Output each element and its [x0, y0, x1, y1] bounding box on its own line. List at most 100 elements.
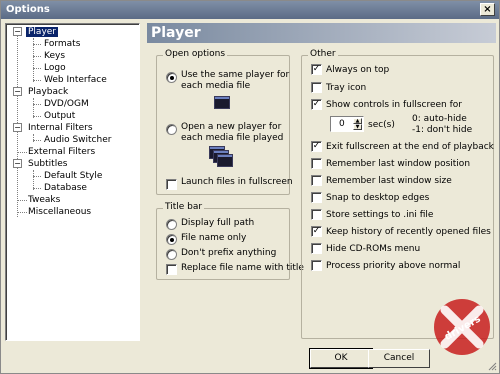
drivers-watermark-logo: drivers — [434, 299, 490, 355]
tree-item-label: Database — [44, 183, 87, 193]
tree-item-label: Logo — [44, 63, 66, 73]
group-title: Other — [308, 49, 338, 59]
tree-item-dvd-ogm[interactable]: DVD/OGM — [42, 98, 91, 110]
seconds-stepper[interactable]: 0 ▲ ▼ — [330, 116, 364, 132]
tree-item-database[interactable]: Database — [42, 182, 89, 194]
tree-item-player[interactable]: Player — [26, 26, 59, 38]
tree-item-external-filters[interactable]: External Filters — [26, 146, 97, 158]
exit-fullscreen-label: Exit fullscreen at the end of playback — [326, 142, 494, 152]
resize-grip-icon[interactable] — [487, 361, 497, 371]
exit-fullscreen-checkbox[interactable]: ✓ — [311, 141, 322, 152]
tree-item-label: Default Style — [44, 171, 103, 181]
tray-icon-label: Tray icon — [326, 83, 367, 93]
tree-connector — [33, 116, 41, 117]
replace-title-label: Replace file name with title — [181, 263, 304, 273]
tree-item-tweaks[interactable]: Tweaks — [26, 194, 62, 206]
show-controls-checkbox[interactable]: ✓ — [311, 99, 322, 110]
display-full-path-radio[interactable] — [166, 219, 177, 230]
tree-item-label: Keys — [44, 51, 66, 61]
open-options-group: Open options Use the same player for eac… — [156, 49, 293, 195]
same-player-label-2: each media file — [181, 81, 251, 91]
snap-edges-label: Snap to desktop edges — [326, 193, 430, 203]
remember-position-label: Remember last window position — [326, 159, 471, 169]
snap-edges-checkbox[interactable] — [311, 192, 322, 203]
remember-position-checkbox[interactable] — [311, 158, 322, 169]
seconds-hint-2: -1: don't hide — [412, 125, 473, 135]
tree-connector — [33, 176, 41, 177]
tree-connector — [33, 56, 41, 57]
tree-item-label: DVD/OGM — [44, 99, 89, 109]
launch-fullscreen-checkbox[interactable] — [166, 179, 177, 190]
process-priority-checkbox[interactable] — [311, 260, 322, 271]
new-player-radio[interactable] — [166, 124, 177, 135]
tree-item-label: Miscellaneous — [28, 207, 92, 217]
tree-connector — [33, 68, 41, 69]
same-player-label: Use the same player for — [181, 70, 290, 80]
tree-item-audio-switcher[interactable]: Audio Switcher — [42, 134, 113, 146]
tree-item-formats[interactable]: Formats — [42, 38, 82, 50]
same-player-radio[interactable] — [166, 72, 177, 83]
replace-title-checkbox[interactable] — [166, 264, 177, 275]
tree-item-playback[interactable]: Playback — [26, 86, 70, 98]
tree-item-label: Audio Switcher — [44, 135, 112, 145]
tree-item-label: Formats — [44, 39, 81, 49]
cancel-button[interactable]: Cancel — [368, 349, 430, 368]
hide-cdrom-label: Hide CD-ROMs menu — [326, 244, 421, 254]
show-controls-label: Show controls in fullscreen for — [326, 100, 462, 110]
new-player-label-2: each media file played — [181, 133, 284, 143]
collapse-icon[interactable]: − — [13, 87, 22, 96]
window-title: Options — [6, 4, 50, 15]
title-bar-group: Title bar Display full path File name on… — [156, 202, 304, 280]
tree-item-default-style[interactable]: Default Style — [42, 170, 104, 182]
tree-item-keys[interactable]: Keys — [42, 50, 67, 62]
tree-item-label: Output — [44, 111, 76, 121]
single-window-icon — [214, 96, 230, 109]
tree-item-internal-filters[interactable]: Internal Filters — [26, 122, 95, 134]
tree-item-label: Player — [26, 27, 59, 37]
title-bar: Options × — [1, 1, 499, 19]
tree-item-subtitles[interactable]: Subtitles — [26, 158, 69, 170]
store-ini-checkbox[interactable] — [311, 209, 322, 220]
group-title: Title bar — [163, 202, 205, 212]
tree-item-label: Web Interface — [44, 75, 107, 85]
collapse-icon[interactable]: − — [13, 159, 22, 168]
tree-item-web-interface[interactable]: Web Interface — [42, 74, 109, 86]
multi-window-icon — [217, 154, 233, 167]
process-priority-label: Process priority above normal — [326, 261, 461, 271]
always-on-top-checkbox[interactable]: ✓ — [311, 64, 322, 75]
group-title: Open options — [163, 49, 228, 59]
close-button[interactable]: × — [480, 3, 495, 16]
file-name-only-radio[interactable] — [166, 234, 177, 245]
always-on-top-label: Always on top — [326, 65, 390, 75]
page-title: Player — [147, 23, 496, 43]
tree-item-miscellaneous[interactable]: Miscellaneous — [26, 206, 93, 218]
keep-history-label: Keep history of recently opened files — [326, 227, 491, 237]
tree-connector — [33, 170, 34, 190]
seconds-hint-1: 0: auto-hide — [412, 114, 467, 124]
collapse-icon[interactable]: − — [13, 27, 22, 36]
keep-history-checkbox[interactable]: ✓ — [311, 226, 322, 237]
tree-item-output[interactable]: Output — [42, 110, 77, 122]
category-tree[interactable]: − − − − Player Formats Keys Logo Web Int… — [5, 23, 140, 341]
tree-connector — [33, 98, 34, 118]
tray-icon-checkbox[interactable] — [311, 82, 322, 93]
tree-item-label: External Filters — [28, 147, 96, 157]
remember-size-checkbox[interactable] — [311, 175, 322, 186]
tree-connector — [33, 140, 41, 141]
display-full-path-label: Display full path — [181, 218, 255, 228]
seconds-unit: sec(s) — [368, 120, 395, 130]
tree-item-logo[interactable]: Logo — [42, 62, 68, 74]
remember-size-label: Remember last window size — [326, 176, 452, 186]
ok-button[interactable]: OK — [309, 348, 373, 369]
dont-prefix-radio[interactable] — [166, 249, 177, 260]
collapse-icon[interactable]: − — [13, 123, 22, 132]
tree-connector — [33, 80, 41, 81]
tree-item-label: Internal Filters — [28, 123, 93, 133]
options-window: Options × − − − − Player Formats Keys Lo… — [0, 0, 500, 374]
launch-fullscreen-label: Launch files in fullscreen — [181, 177, 293, 187]
seconds-value: 0 — [339, 119, 345, 129]
tree-item-label: Playback — [28, 87, 69, 97]
tree-item-label: Subtitles — [28, 159, 68, 169]
spin-down-icon[interactable]: ▼ — [353, 124, 362, 130]
hide-cdrom-checkbox[interactable] — [311, 243, 322, 254]
